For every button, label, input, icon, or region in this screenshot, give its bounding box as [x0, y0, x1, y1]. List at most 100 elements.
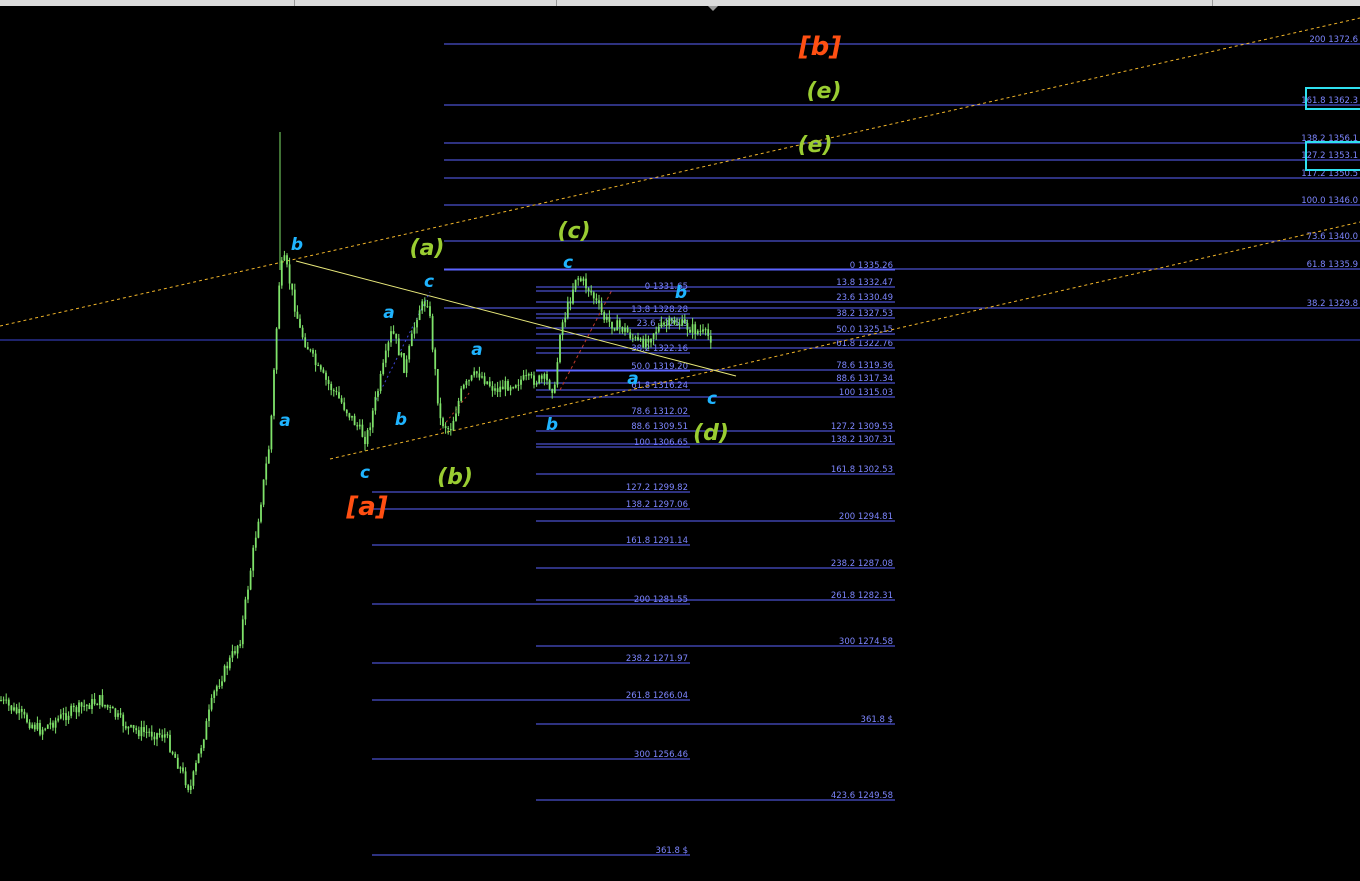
candle-body: [96, 704, 99, 706]
candle-body: [603, 312, 606, 320]
candle-body: [634, 337, 637, 339]
candle-body: [176, 757, 179, 769]
candle-body: [579, 278, 582, 281]
fib-level-label: 361.8 $: [656, 846, 688, 856]
candle-body: [205, 721, 208, 740]
wave-label-intermediate: (a): [410, 236, 445, 261]
candle-body: [182, 767, 184, 772]
candle-body: [626, 327, 629, 333]
candle-body: [312, 350, 314, 354]
candle-body: [514, 385, 517, 388]
candle-body: [696, 330, 699, 334]
candle-body: [158, 733, 161, 735]
candle-body: [150, 731, 153, 737]
candle-body: [13, 707, 15, 711]
candle-body: [361, 424, 364, 437]
candle-body: [20, 709, 23, 712]
candle-body: [75, 707, 78, 713]
fib-level-label: 300 1256.46: [634, 750, 688, 760]
candle-body: [507, 380, 509, 391]
candle-body: [148, 731, 151, 733]
candle-body: [135, 728, 138, 731]
candle-body: [309, 349, 312, 351]
candle-body: [306, 346, 309, 350]
candle-body: [171, 751, 174, 754]
candle-body: [704, 329, 707, 331]
candle-body: [462, 384, 465, 389]
candle-body: [192, 771, 195, 786]
candle-body: [234, 651, 236, 654]
candle-body: [501, 386, 504, 390]
candle-body: [10, 705, 13, 711]
candle-body: [439, 403, 442, 419]
fib-level-label: 78.6 1319.36: [836, 361, 893, 371]
candle-body: [629, 332, 632, 339]
candle-body: [374, 396, 377, 411]
fib-level-label: 100.0 1346.0: [1301, 196, 1358, 206]
candle-body: [413, 327, 416, 334]
candle-body: [553, 384, 556, 393]
fib-level-label: 100 1315.03: [839, 388, 893, 398]
wave-label-minor: b: [675, 283, 687, 303]
candle-body: [202, 739, 205, 749]
candle-body: [418, 310, 421, 321]
candle-body: [215, 686, 218, 692]
candle-body: [572, 289, 574, 304]
candle-body: [348, 413, 351, 418]
candle-body: [59, 714, 62, 719]
candle-body: [330, 383, 333, 391]
candle-body: [26, 714, 28, 723]
wave-label-minor: a: [627, 369, 638, 389]
candle-body: [465, 381, 468, 385]
candle-body: [426, 306, 429, 308]
candle-body: [582, 278, 585, 281]
candle-body: [478, 373, 481, 378]
candle-body: [405, 359, 408, 373]
candle-body: [332, 390, 335, 392]
candle-body: [436, 368, 439, 404]
candle-body: [153, 736, 156, 740]
candle-body: [403, 353, 405, 373]
candle-body: [161, 734, 164, 738]
candle-body: [689, 329, 691, 333]
candle-body: [72, 705, 75, 708]
candle-body: [616, 320, 619, 331]
candle-body: [408, 346, 411, 360]
candle-body: [509, 387, 512, 391]
candle-body: [163, 734, 166, 738]
candle-body: [52, 722, 54, 728]
candle-body: [538, 375, 541, 384]
candle-body: [299, 318, 301, 328]
candle-body: [210, 697, 213, 710]
candle-body: [709, 335, 712, 343]
fib-level-label: 161.8 1291.14: [626, 536, 688, 546]
candle-body: [106, 704, 109, 708]
wave-label-minor: b: [395, 410, 407, 430]
candle-body: [218, 685, 221, 687]
fib-level-label: 23.6 1325.9: [637, 319, 688, 329]
candle-body: [46, 724, 49, 729]
candle-body: [65, 713, 67, 721]
candle-body: [5, 699, 8, 701]
price-chart[interactable]: 127.2 1299.82 138.2 1297.06 161.8 1291.14 2…: [0, 0, 1360, 881]
candle-body: [296, 311, 299, 319]
candle-body: [80, 702, 83, 707]
candle-body: [174, 753, 177, 758]
candle-body: [221, 681, 223, 686]
fib-level-label: 100 1306.65: [634, 438, 688, 448]
candle-body: [475, 371, 478, 374]
candle-body: [286, 255, 288, 265]
candle-body: [473, 371, 476, 376]
wave-path-line: [439, 391, 471, 431]
candle-body: [543, 374, 546, 379]
candle-body: [41, 729, 44, 735]
candle-body: [605, 316, 608, 320]
candle-body: [670, 318, 673, 321]
candle-body: [353, 415, 356, 426]
candle-body: [169, 734, 171, 752]
candle-body: [551, 389, 554, 393]
wave-label-major: [a]: [345, 492, 387, 522]
candle-body: [327, 379, 330, 384]
candle-body: [291, 283, 294, 290]
fib-level-label: 50.0 1325.15: [836, 325, 893, 335]
